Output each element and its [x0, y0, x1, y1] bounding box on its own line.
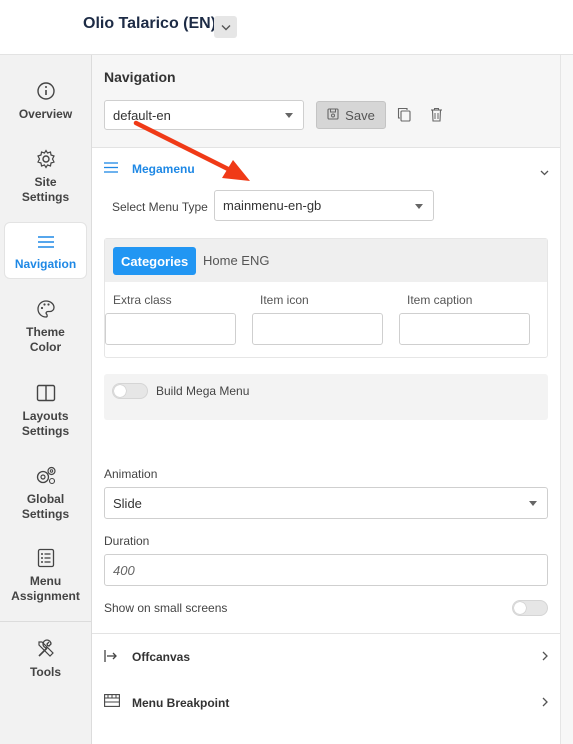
- duration-input[interactable]: 400: [104, 554, 548, 586]
- save-icon: [327, 107, 339, 123]
- sidebar-item-global-settings[interactable]: Global Settings: [4, 465, 87, 522]
- show-small-screens-label: Show on small screens: [104, 601, 228, 615]
- offcanvas-icon: [104, 649, 118, 667]
- menu-breakpoint-title[interactable]: Menu Breakpoint: [132, 696, 229, 710]
- item-caption-label: Item caption: [407, 293, 473, 307]
- sidebar: Overview Site Settings Navigation Theme …: [0, 55, 92, 744]
- site-title: Olio Talarico (EN): [83, 15, 217, 32]
- sidebar-item-label: Global Settings: [21, 492, 70, 521]
- list-icon: [35, 547, 57, 569]
- copy-icon[interactable]: [396, 106, 412, 122]
- sidebar-item-menu-assignment[interactable]: Menu Assignment: [4, 547, 87, 604]
- sidebar-item-layouts-settings[interactable]: Layouts Settings: [4, 382, 87, 439]
- menu-type-select[interactable]: mainmenu-en-gb: [214, 190, 434, 221]
- duration-label: Duration: [104, 534, 150, 548]
- gear-icon: [35, 148, 57, 170]
- breakpoint-icon: [104, 694, 120, 712]
- sidebar-item-label: Menu Assignment: [11, 574, 80, 603]
- item-caption-input[interactable]: [399, 313, 530, 345]
- animation-label: Animation: [104, 467, 158, 481]
- preset-select[interactable]: default-en: [104, 100, 304, 130]
- main-panel: Navigation default-en Save Megamenu Sele…: [92, 55, 560, 744]
- megamenu-icon: [104, 160, 118, 178]
- sidebar-item-label: Navigation: [14, 257, 77, 271]
- tabs-bar: Categories Home ENG: [105, 239, 547, 282]
- duration-placeholder: 400: [113, 562, 135, 578]
- menu-items-panel: Categories Home ENG Extra class Item ico…: [104, 238, 548, 358]
- sidebar-item-navigation[interactable]: Navigation: [4, 222, 87, 279]
- tools-icon: [35, 638, 57, 660]
- select-menu-type-label: Select Menu Type: [112, 200, 208, 214]
- top-bar: Olio Talarico (EN): [0, 0, 573, 55]
- show-small-screens-toggle[interactable]: [512, 600, 548, 616]
- info-icon: [35, 80, 57, 102]
- build-mega-menu-box: Build Mega Menu: [104, 374, 548, 420]
- preset-select-value: default-en: [113, 107, 171, 123]
- trash-icon[interactable]: [428, 106, 444, 122]
- caret-down-icon: [415, 203, 423, 209]
- item-icon-label: Item icon: [260, 293, 309, 307]
- caret-down-icon: [529, 501, 537, 506]
- tab-home-eng[interactable]: Home ENG: [203, 253, 269, 268]
- save-button-label: Save: [345, 107, 375, 123]
- offcanvas-title[interactable]: Offcanvas: [132, 650, 190, 664]
- chevron-down-icon[interactable]: [540, 163, 549, 181]
- sidebar-item-overview[interactable]: Overview: [4, 80, 87, 122]
- scrollbar[interactable]: [560, 55, 573, 744]
- caret-down-icon: [285, 113, 293, 118]
- gears-icon: [35, 465, 57, 487]
- layout-columns-icon: [35, 382, 57, 404]
- chevron-right-icon[interactable]: [542, 696, 548, 710]
- menu-icon: [35, 231, 57, 253]
- item-icon-input[interactable]: [252, 313, 383, 345]
- sidebar-divider: [0, 621, 91, 622]
- chevron-right-icon[interactable]: [542, 650, 548, 664]
- save-button[interactable]: Save: [316, 101, 386, 129]
- animation-select[interactable]: Slide: [104, 487, 548, 519]
- tab-categories[interactable]: Categories: [113, 247, 197, 275]
- sidebar-item-tools[interactable]: Tools: [4, 638, 87, 680]
- divider: [92, 633, 560, 634]
- sidebar-item-site-settings[interactable]: Site Settings: [4, 148, 87, 205]
- navigation-header: Navigation default-en Save: [92, 55, 560, 148]
- sidebar-item-label: Tools: [29, 665, 62, 679]
- extra-class-input[interactable]: [105, 313, 236, 345]
- sidebar-item-label: Layouts Settings: [21, 409, 70, 438]
- sidebar-item-theme-color[interactable]: Theme Color: [4, 298, 87, 355]
- chevron-down-icon: [221, 18, 231, 36]
- site-switcher-dropdown[interactable]: [214, 16, 237, 38]
- sidebar-item-label: Theme Color: [26, 325, 65, 354]
- page-title: Navigation: [104, 69, 176, 85]
- build-mega-menu-toggle[interactable]: [112, 383, 148, 399]
- palette-icon: [35, 298, 57, 320]
- sidebar-item-label: Site Settings: [21, 175, 70, 204]
- sidebar-item-label: Overview: [18, 107, 73, 121]
- megamenu-title[interactable]: Megamenu: [132, 162, 195, 176]
- animation-select-value: Slide: [113, 495, 142, 511]
- build-mega-menu-label: Build Mega Menu: [156, 384, 250, 398]
- menu-type-select-value: mainmenu-en-gb: [223, 198, 322, 213]
- extra-class-label: Extra class: [113, 293, 172, 307]
